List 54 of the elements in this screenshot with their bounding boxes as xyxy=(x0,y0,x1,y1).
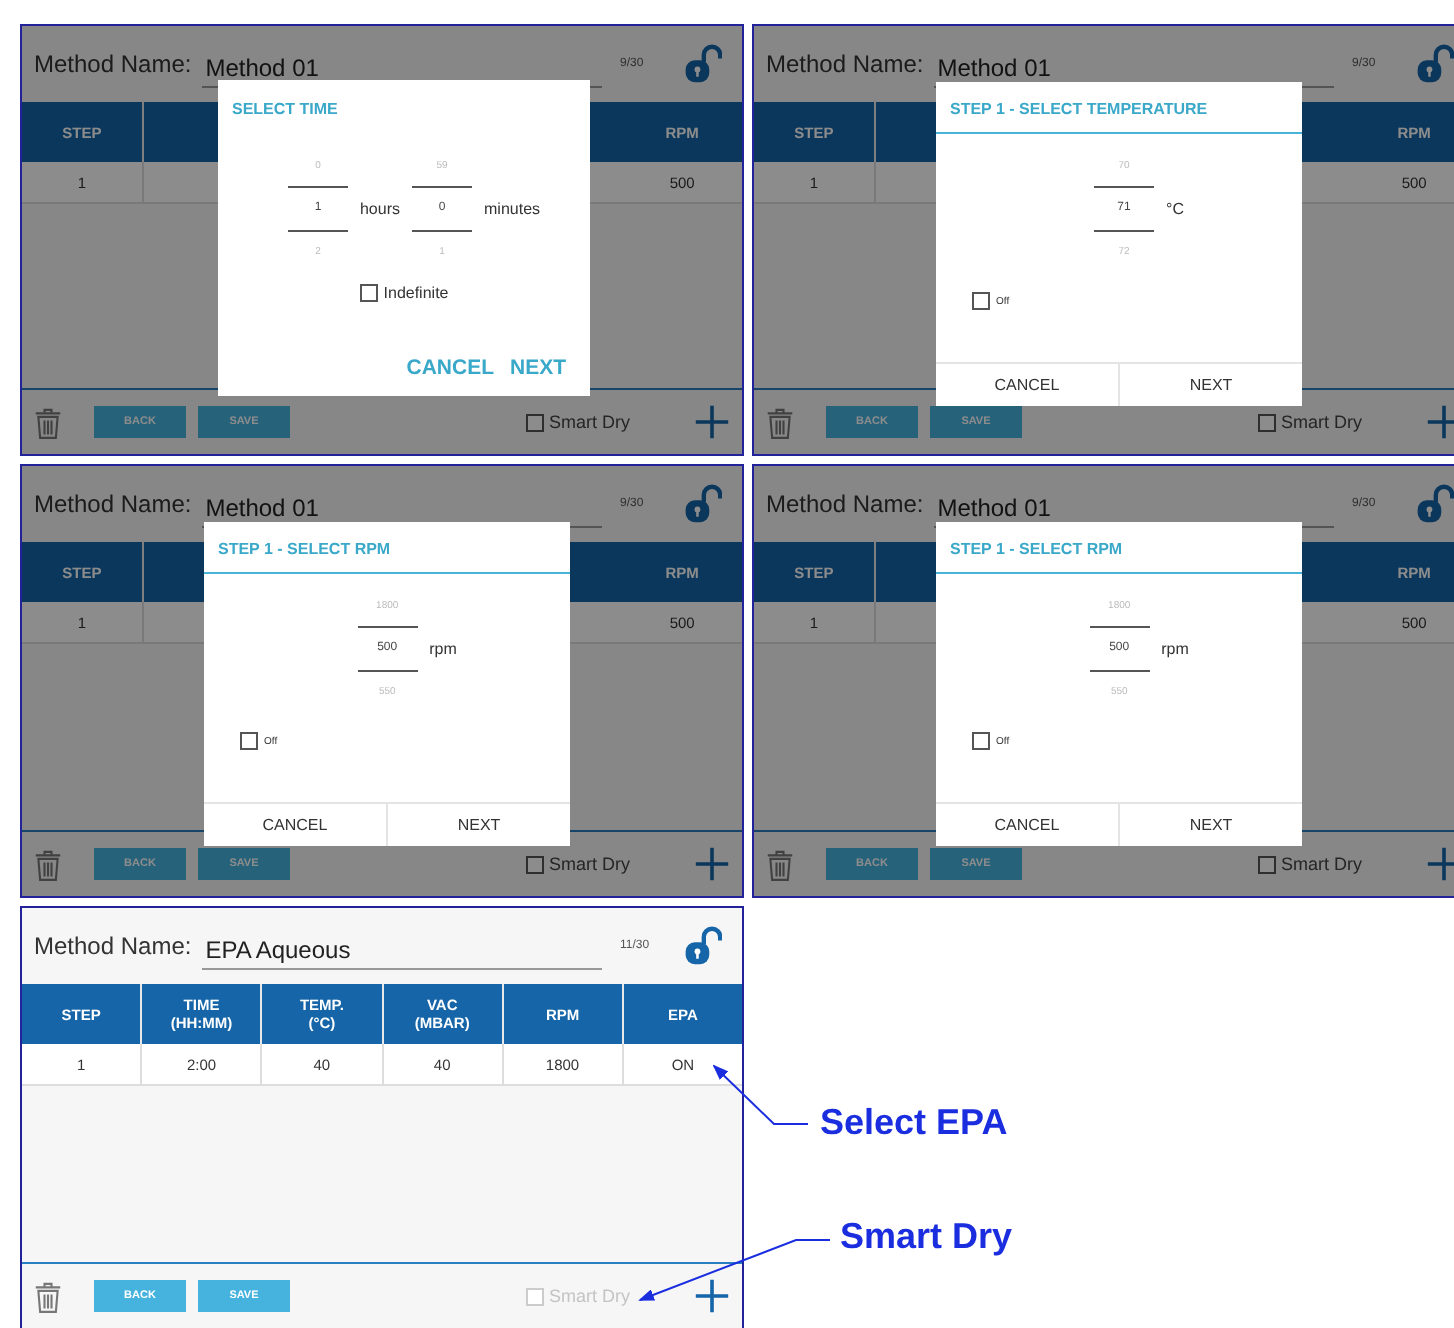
checkbox-label[interactable]: Smart Dry xyxy=(549,412,630,432)
checkbox[interactable] xyxy=(240,732,258,750)
checkbox[interactable] xyxy=(1257,855,1275,873)
next-button[interactable]: NEXT xyxy=(386,804,570,846)
unlocked-padlock-icon[interactable] xyxy=(682,484,722,524)
unlocked-padlock-icon[interactable] xyxy=(682,44,722,84)
dialog-title: SELECT TIME xyxy=(230,98,340,122)
unit-label: rpm xyxy=(1161,640,1189,658)
callout-label: Smart Dry xyxy=(840,1216,1013,1258)
next-button[interactable]: NEXT xyxy=(509,356,566,380)
trash-icon[interactable] xyxy=(34,405,62,439)
unlocked-padlock-icon[interactable] xyxy=(1414,484,1454,524)
add-icon[interactable] xyxy=(1426,846,1454,882)
dialog-title: STEP 1 - SELECT RPM xyxy=(204,522,570,574)
trash-icon[interactable] xyxy=(766,847,794,881)
dialog-title: STEP 1 - SELECT TEMPERATURE xyxy=(936,82,1302,134)
method-name-label: Method Name: xyxy=(34,490,192,518)
method-name-label: Method Name: xyxy=(34,50,192,78)
cancel-button[interactable]: CANCEL xyxy=(936,804,1118,846)
trash-icon[interactable] xyxy=(34,1279,62,1313)
checkbox[interactable] xyxy=(525,855,543,873)
add-icon[interactable] xyxy=(694,404,730,440)
cancel-button[interactable]: CANCEL xyxy=(936,364,1118,406)
checkbox[interactable] xyxy=(1257,413,1275,431)
checkbox[interactable] xyxy=(972,292,990,310)
add-icon[interactable] xyxy=(1426,404,1454,440)
cancel-button[interactable]: CANCEL xyxy=(204,804,386,846)
next-button[interactable]: NEXT xyxy=(1118,804,1302,846)
checkbox-label[interactable]: Smart Dry xyxy=(1281,854,1362,874)
unit-label: minutes xyxy=(484,200,541,218)
cancel-button[interactable]: CANCEL xyxy=(406,356,494,380)
checkbox[interactable] xyxy=(359,284,378,302)
dialog-title: STEP 1 - SELECT RPM xyxy=(936,522,1302,574)
unit-label: rpm xyxy=(429,640,457,658)
callout-label: Select EPA xyxy=(820,1102,1008,1144)
unlocked-padlock-icon[interactable] xyxy=(682,926,722,966)
leader-line xyxy=(712,1064,809,1125)
checkbox-label[interactable]: Indefinite xyxy=(383,284,449,302)
trash-icon[interactable] xyxy=(34,847,62,881)
method-name-field[interactable]: EPA Aqueous xyxy=(201,923,602,969)
unlocked-padlock-icon[interactable] xyxy=(1414,44,1454,84)
checkbox-label[interactable]: Smart Dry xyxy=(1281,412,1362,432)
unit-label: °C xyxy=(1166,200,1184,218)
add-icon[interactable] xyxy=(694,846,730,882)
trash-icon[interactable] xyxy=(766,405,794,439)
next-button[interactable]: NEXT xyxy=(1118,364,1302,406)
checkbox[interactable] xyxy=(525,413,543,431)
checkbox-label[interactable]: Smart Dry xyxy=(549,854,630,874)
method-name-label: Method Name: xyxy=(766,490,924,518)
checkbox[interactable] xyxy=(972,732,990,750)
method-name-label: Method Name: xyxy=(766,50,924,78)
unit-label: hours xyxy=(359,200,400,218)
add-icon[interactable] xyxy=(694,1278,730,1314)
method-name-label: Method Name: xyxy=(34,932,192,960)
